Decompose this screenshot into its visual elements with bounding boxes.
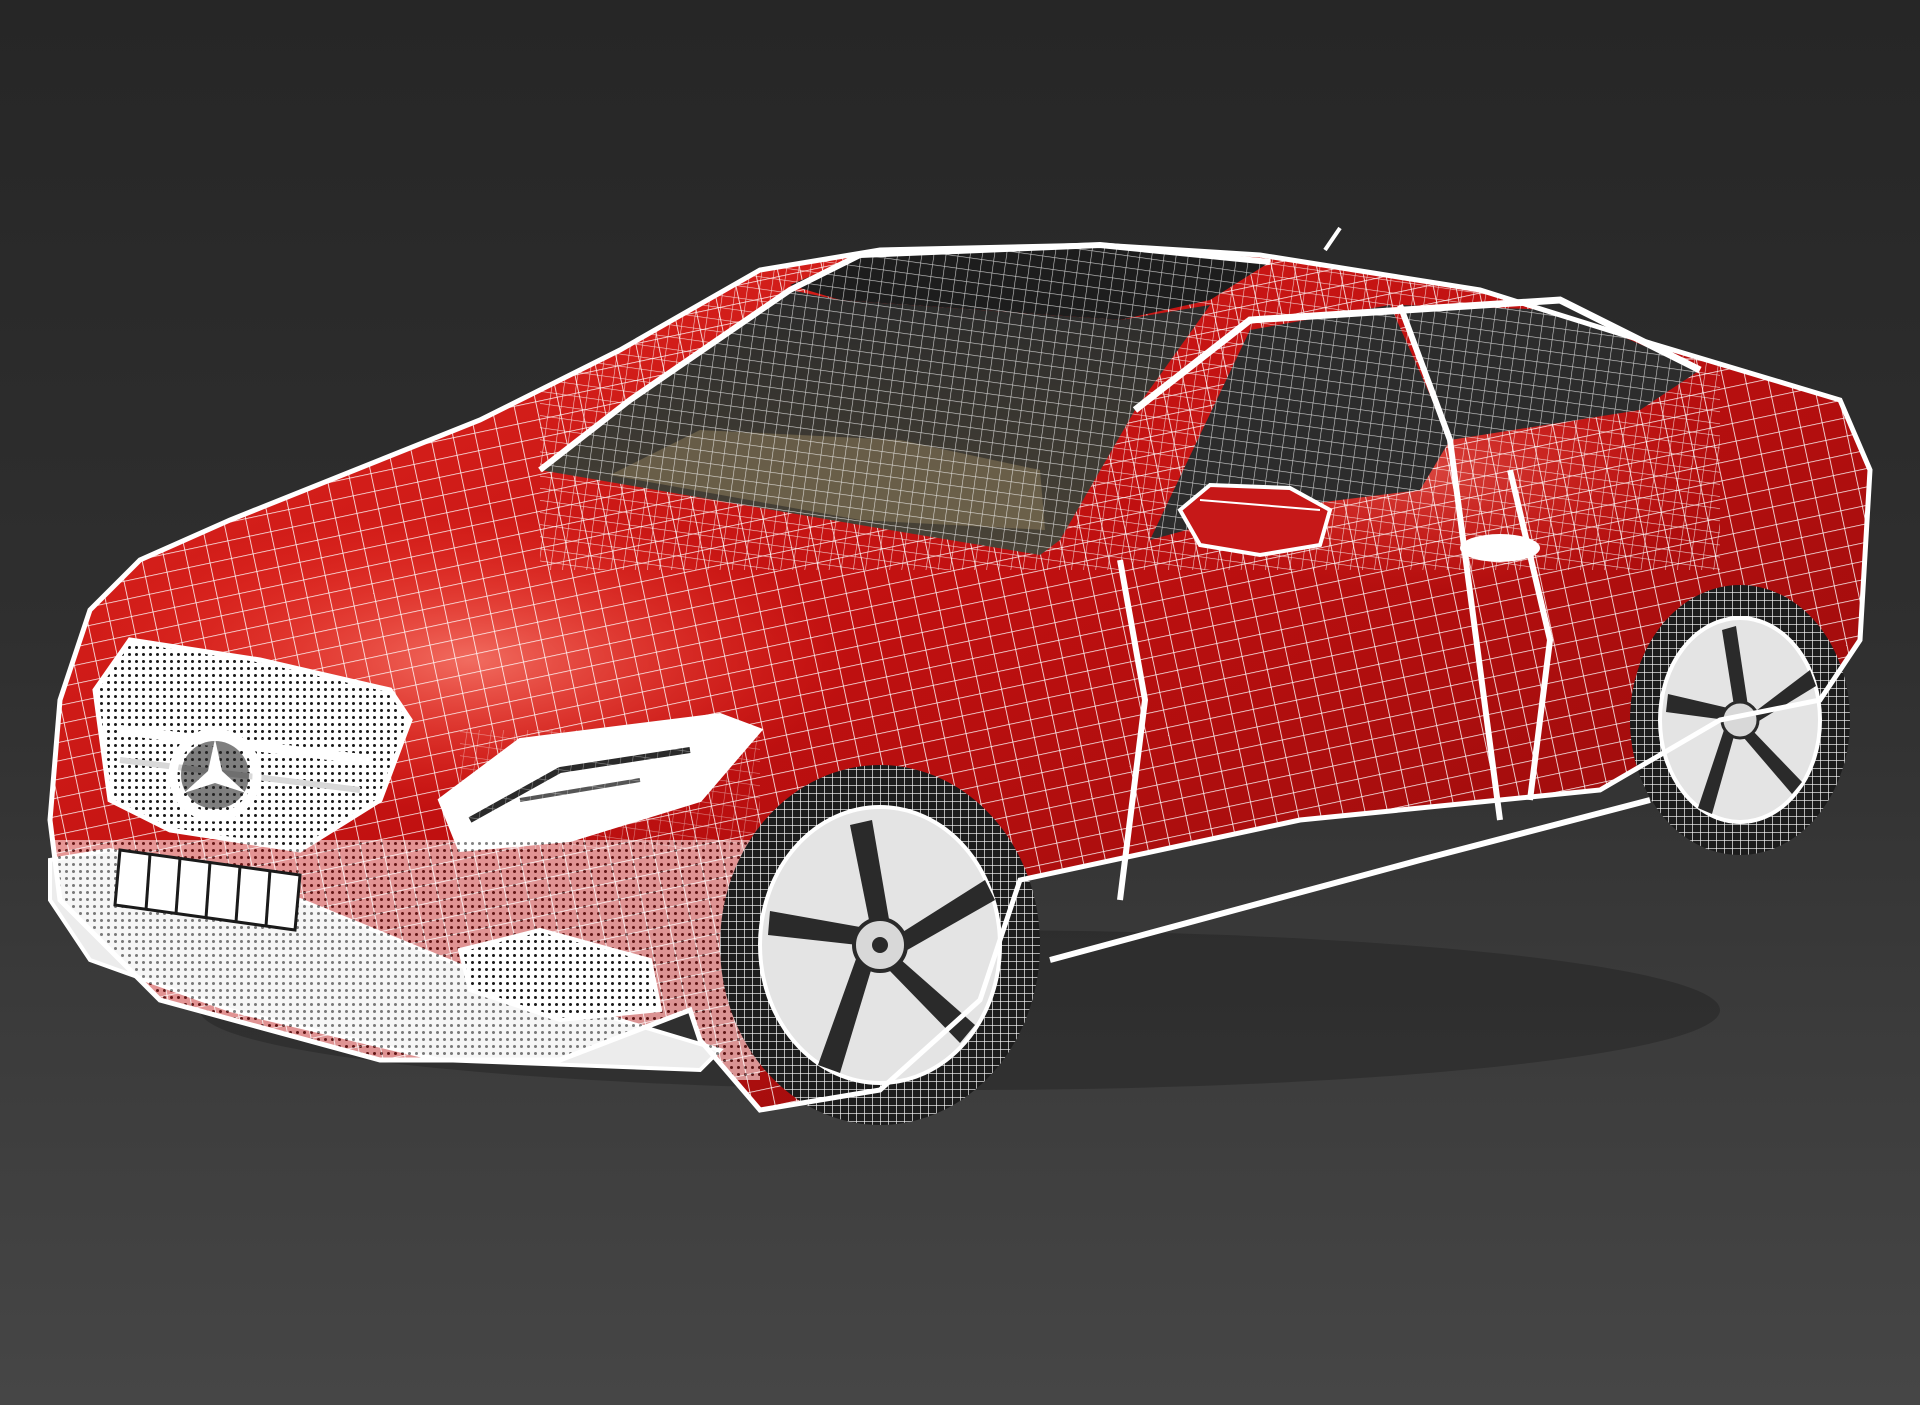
door-handle[interactable] [1460,534,1540,562]
front-wheel[interactable] [720,765,1040,1125]
car-model[interactable] [0,0,1920,1405]
three-pointed-star-icon [168,728,262,822]
antenna [1323,226,1342,252]
3d-viewport[interactable] [0,0,1920,1405]
headlight-left [437,712,764,853]
side-mirror[interactable] [1177,482,1333,558]
rear-wheel[interactable] [1630,585,1850,855]
